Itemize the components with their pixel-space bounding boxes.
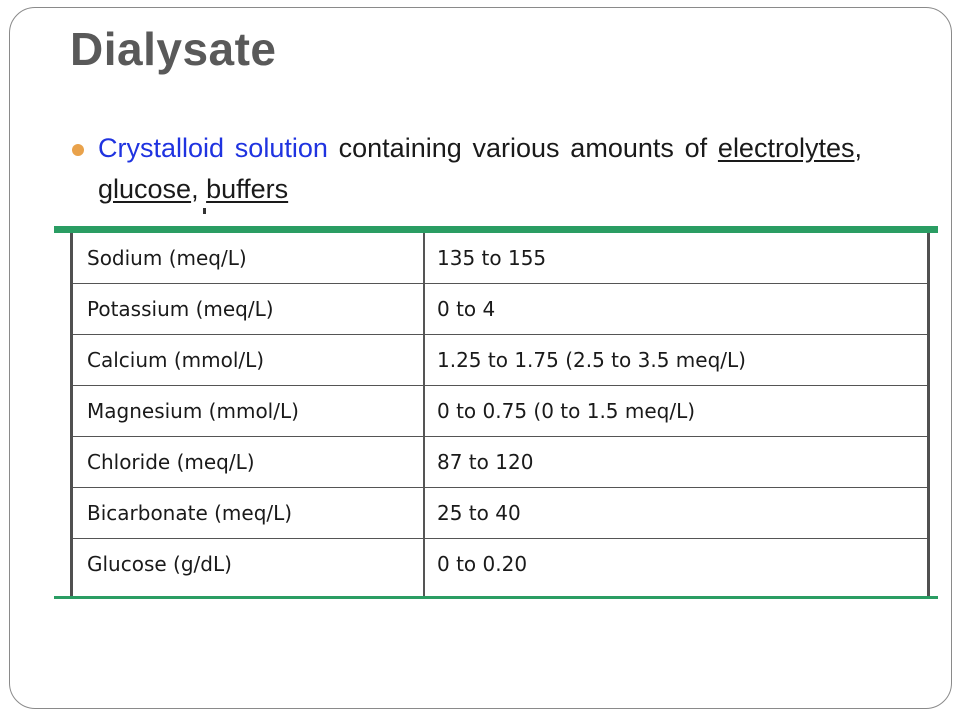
glucose-term: glucose xyxy=(98,174,192,204)
table-row: Chloride (meq/L) 87 to 120 xyxy=(73,437,927,488)
table-row: Sodium (meq/L) 135 to 155 xyxy=(73,233,927,284)
dialysate-composition-table: Sodium (meq/L) 135 to 155 Potassium (meq… xyxy=(54,226,938,599)
separator: , xyxy=(854,133,862,163)
row-label: Calcium (mmol/L) xyxy=(87,348,265,372)
table-row: Calcium (mmol/L) 1.25 to 1.75 (2.5 to 3.… xyxy=(73,335,927,386)
bullet-text: Crystalloid solution containing various … xyxy=(98,128,862,210)
row-value: 87 to 120 xyxy=(437,450,534,474)
table-row: Glucose (g/dL) 0 to 0.20 xyxy=(73,539,927,590)
row-label: Potassium (meq/L) xyxy=(87,297,274,321)
row-value: 0 to 0.20 xyxy=(437,552,528,576)
row-value: 0 to 0.75 (0 to 1.5 meq/L) xyxy=(437,399,696,423)
bullet-item: Crystalloid solution containing various … xyxy=(72,128,862,210)
row-value: 135 to 155 xyxy=(437,246,547,270)
buffers-term: buffers xyxy=(206,174,289,204)
row-label: Magnesium (mmol/L) xyxy=(87,399,299,423)
row-label: Bicarbonate (meq/L) xyxy=(87,501,293,525)
table-row: Magnesium (mmol/L) 0 to 0.75 (0 to 1.5 m… xyxy=(73,386,927,437)
image-artifact-mark xyxy=(203,208,206,214)
table-grid: Sodium (meq/L) 135 to 155 Potassium (meq… xyxy=(70,233,930,596)
separator: , xyxy=(191,174,207,204)
bullet-dot-icon xyxy=(72,144,84,156)
crystalloid-solution-link[interactable]: Crystalloid solution xyxy=(98,133,328,163)
electrolytes-term: electrolytes xyxy=(717,133,855,163)
row-label: Glucose (g/dL) xyxy=(87,552,232,576)
table-row: Potassium (meq/L) 0 to 4 xyxy=(73,284,927,335)
row-value: 0 to 4 xyxy=(437,297,496,321)
row-label: Sodium (meq/L) xyxy=(87,246,247,270)
table-row: Bicarbonate (meq/L) 25 to 40 xyxy=(73,488,927,539)
row-value: 25 to 40 xyxy=(437,501,521,525)
bullet-body-text: containing various amounts of xyxy=(327,133,718,163)
row-label: Chloride (meq/L) xyxy=(87,450,255,474)
slide-title: Dialysate xyxy=(70,23,277,75)
row-value: 1.25 to 1.75 (2.5 to 3.5 meq/L) xyxy=(437,348,746,372)
